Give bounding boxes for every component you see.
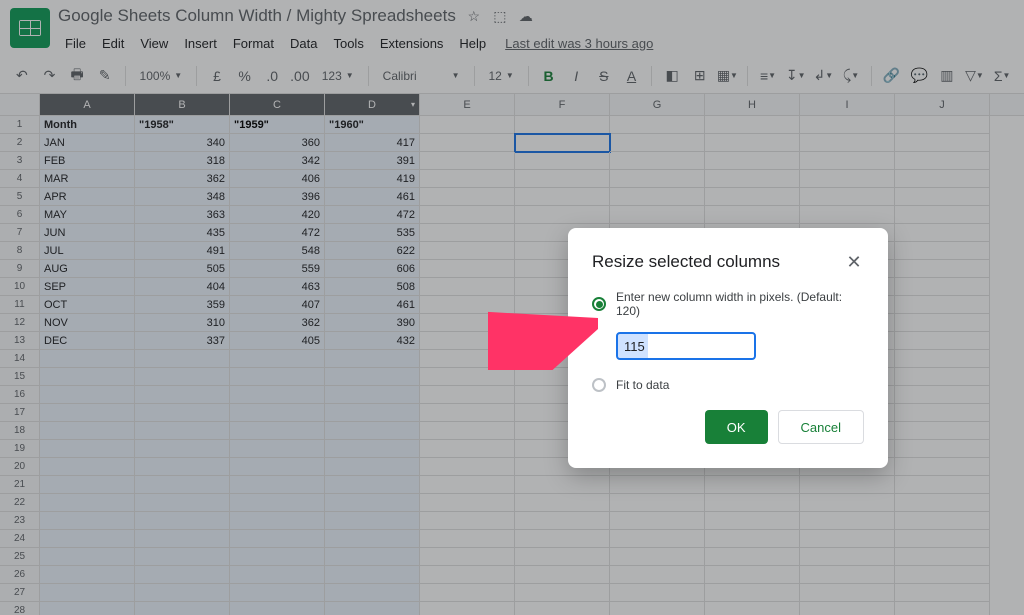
radio-enter-width[interactable]: Enter new column width in pixels. (Defau… bbox=[592, 290, 864, 318]
radio-unchecked-icon bbox=[592, 378, 606, 392]
cancel-button[interactable]: Cancel bbox=[778, 410, 864, 444]
radio-enter-width-label: Enter new column width in pixels. (Defau… bbox=[616, 290, 864, 318]
column-width-input[interactable] bbox=[616, 332, 756, 360]
radio-checked-icon bbox=[592, 297, 606, 311]
radio-fit-to-data[interactable]: Fit to data bbox=[592, 378, 864, 392]
radio-fit-label: Fit to data bbox=[616, 378, 669, 392]
ok-button[interactable]: OK bbox=[705, 410, 768, 444]
close-icon[interactable]: ✕ bbox=[844, 252, 864, 272]
resize-columns-dialog: Resize selected columns ✕ Enter new colu… bbox=[568, 228, 888, 468]
dialog-title: Resize selected columns bbox=[592, 252, 780, 272]
